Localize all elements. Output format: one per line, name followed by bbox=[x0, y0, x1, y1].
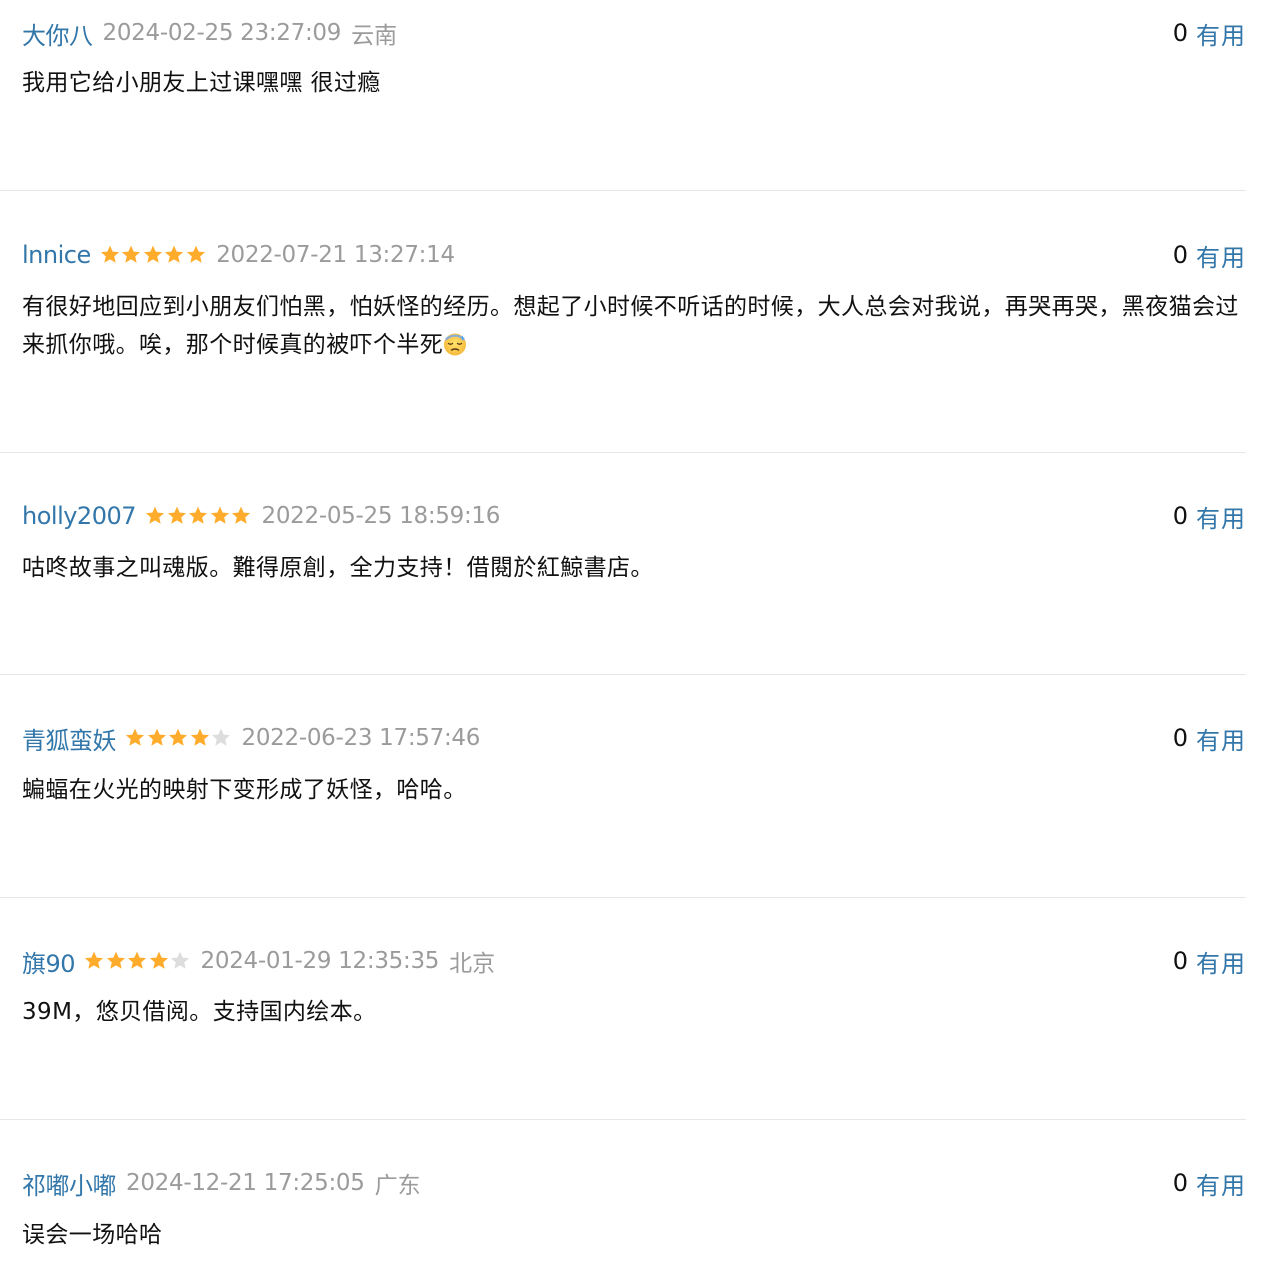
star-filled-icon bbox=[124, 727, 146, 749]
comment-meta: 大你八 2024-02-25 23:27:09 云南 bbox=[22, 16, 397, 50]
comment-author[interactable]: 青狐蛮妖 bbox=[22, 721, 117, 756]
downcast-sweat-face-icon bbox=[443, 330, 467, 356]
comment-author[interactable]: 祁嘟小嘟 bbox=[22, 1166, 117, 1201]
comment-divider bbox=[0, 1119, 1246, 1120]
useful-button[interactable]: 有用 bbox=[1196, 238, 1246, 273]
rating-stars bbox=[144, 504, 252, 528]
star-empty-icon bbox=[169, 950, 191, 972]
vote-area: 0 有用 bbox=[1173, 499, 1246, 533]
vote-count: 0 bbox=[1172, 1169, 1188, 1197]
comment-location: 云南 bbox=[351, 23, 398, 49]
vote-area: 0 有用 bbox=[1173, 238, 1246, 272]
star-empty-icon bbox=[210, 727, 232, 749]
comment-text: 蝙蝠在火光的映射下变形成了妖怪，哈哈。 bbox=[22, 777, 467, 803]
comment-time: 2024-01-29 12:35:35 bbox=[200, 948, 440, 974]
comment-content: 咕咚故事之叫魂版。難得原創，全力支持！借閱於紅鯨書店。 bbox=[22, 549, 1242, 587]
comment-time: 2022-05-25 18:59:16 bbox=[261, 503, 501, 529]
star-filled-icon bbox=[99, 244, 121, 266]
star-filled-icon bbox=[163, 244, 185, 266]
comment-content: 蝙蝠在火光的映射下变形成了妖怪，哈哈。 bbox=[22, 771, 1242, 809]
star-filled-icon bbox=[148, 950, 170, 972]
star-filled-icon bbox=[142, 244, 164, 266]
useful-button[interactable]: 有用 bbox=[1196, 944, 1246, 979]
star-filled-icon bbox=[187, 505, 209, 527]
comment-author[interactable]: 旗90 bbox=[22, 944, 76, 979]
comment-time: 2024-12-21 17:25:05 bbox=[126, 1170, 365, 1196]
comment-meta: holly2007 2022-05-25 18:59:16 bbox=[22, 499, 500, 533]
comment-content: 39M，悠贝借阅。支持国内绘本。 bbox=[22, 993, 1242, 1031]
comment-meta: 祁嘟小嘟 2024-12-21 17:25:05 广东 bbox=[22, 1166, 421, 1200]
comment-text: 39M，悠贝借阅。支持国内绘本。 bbox=[22, 999, 377, 1025]
comment-location: 广东 bbox=[374, 1173, 421, 1199]
comment-author[interactable]: lnnice bbox=[22, 241, 91, 269]
vote-area: 0 有用 bbox=[1173, 16, 1246, 50]
vote-count: 0 bbox=[1172, 241, 1188, 269]
comment-text: 有很好地回应到小朋友们怕黑，怕妖怪的经历。想起了小时候不听话的时候，大人总会对我… bbox=[22, 294, 1239, 358]
star-filled-icon bbox=[144, 505, 166, 527]
comment-time: 2022-06-23 17:57:46 bbox=[241, 725, 481, 751]
rating-stars bbox=[124, 726, 232, 750]
vote-count: 0 bbox=[1172, 502, 1188, 530]
comment-divider bbox=[0, 452, 1246, 453]
star-filled-icon bbox=[167, 727, 189, 749]
star-filled-icon bbox=[189, 727, 211, 749]
star-filled-icon bbox=[126, 950, 148, 972]
useful-button[interactable]: 有用 bbox=[1196, 499, 1246, 534]
star-filled-icon bbox=[120, 244, 142, 266]
comment-meta: 青狐蛮妖 2022-06-23 17:57:46 bbox=[22, 721, 480, 755]
star-filled-icon bbox=[105, 950, 127, 972]
star-filled-icon bbox=[83, 950, 105, 972]
comment-meta: 旗90 2024-01-29 12:35:35 北京 bbox=[22, 944, 495, 978]
comment-divider bbox=[0, 674, 1246, 675]
useful-button[interactable]: 有用 bbox=[1196, 16, 1246, 51]
vote-area: 0 有用 bbox=[1173, 721, 1246, 755]
comment-author[interactable]: 大你八 bbox=[22, 16, 93, 51]
comment-divider bbox=[0, 897, 1246, 898]
star-filled-icon bbox=[146, 727, 168, 749]
rating-stars bbox=[83, 949, 191, 973]
vote-count: 0 bbox=[1172, 724, 1188, 752]
comment-author[interactable]: holly2007 bbox=[22, 502, 137, 530]
comment-text: 误会一场哈哈 bbox=[22, 1222, 163, 1248]
comment-text: 咕咚故事之叫魂版。難得原創，全力支持！借閱於紅鯨書店。 bbox=[22, 555, 654, 581]
comment-divider bbox=[0, 190, 1246, 191]
comment-location: 北京 bbox=[449, 951, 496, 977]
vote-count: 0 bbox=[1172, 947, 1188, 975]
rating-stars bbox=[99, 243, 207, 267]
useful-button[interactable]: 有用 bbox=[1196, 1166, 1246, 1201]
comment-content: 我用它给小朋友上过课嘿嘿 很过瘾 bbox=[22, 64, 1242, 102]
comment-content: 有很好地回应到小朋友们怕黑，怕妖怪的经历。想起了小时候不听话的时候，大人总会对我… bbox=[22, 288, 1242, 364]
star-filled-icon bbox=[185, 244, 207, 266]
comment-text: 我用它给小朋友上过课嘿嘿 很过瘾 bbox=[22, 70, 381, 96]
vote-area: 0 有用 bbox=[1173, 944, 1246, 978]
comment-content: 误会一场哈哈 bbox=[22, 1216, 1242, 1254]
star-filled-icon bbox=[166, 505, 188, 527]
star-filled-icon bbox=[230, 505, 252, 527]
comment-time: 2024-02-25 23:27:09 bbox=[102, 20, 342, 46]
vote-count: 0 bbox=[1172, 19, 1188, 47]
vote-area: 0 有用 bbox=[1173, 1166, 1246, 1200]
star-filled-icon bbox=[209, 505, 231, 527]
useful-button[interactable]: 有用 bbox=[1196, 721, 1246, 756]
comment-time: 2022-07-21 13:27:14 bbox=[216, 242, 455, 268]
comment-meta: lnnice 2022-07-21 13:27:14 bbox=[22, 238, 455, 272]
